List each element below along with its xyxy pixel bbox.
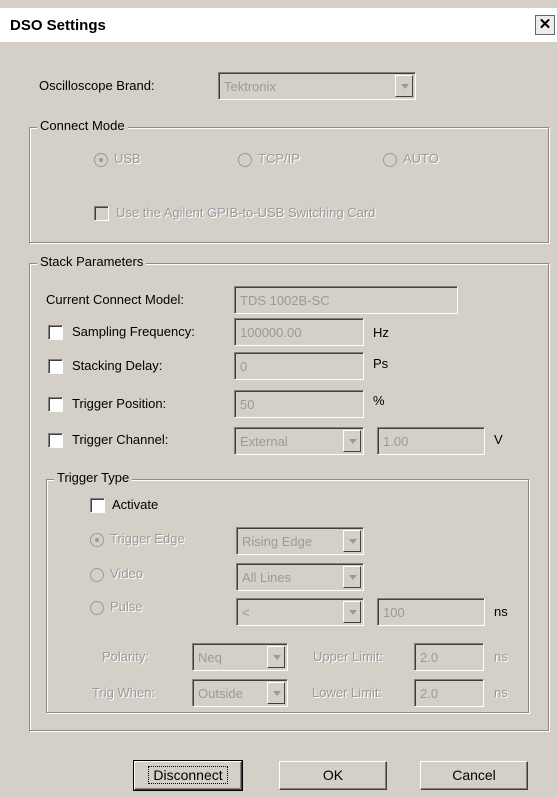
chevron-down-icon[interactable]	[395, 75, 413, 97]
pulse-value: <	[242, 605, 250, 620]
agilent-checkbox[interactable]	[94, 206, 109, 221]
trigger-type-legend: Trigger Type	[54, 470, 133, 485]
video-radio[interactable]	[90, 568, 104, 582]
trigger-edge-radio[interactable]	[90, 533, 104, 547]
chevron-down-icon[interactable]	[343, 566, 361, 588]
trigger-channel-value: External	[240, 434, 288, 449]
pulse-width-field[interactable]: 100	[377, 598, 485, 626]
current-model-label: Current Connect Model:	[46, 292, 185, 307]
connect-mode-legend: Connect Mode	[37, 118, 128, 133]
trigger-edge-label: Trigger Edge	[110, 531, 185, 546]
lower-limit-unit: ns	[494, 685, 508, 700]
disconnect-button-label: Disconnect	[148, 766, 228, 784]
trigger-position-unit: %	[373, 393, 385, 408]
trig-when-label: Trig When:	[92, 685, 156, 700]
video-label: Video	[110, 566, 144, 581]
brand-value: Tektronix	[224, 79, 277, 94]
sampling-checkbox[interactable]	[48, 325, 63, 340]
pulse-label: Pulse	[110, 599, 143, 614]
current-model-field[interactable]: TDS 1002B-SC	[234, 286, 458, 314]
sampling-unit: Hz	[373, 325, 389, 340]
pulse-radio[interactable]	[90, 601, 104, 615]
trigger-edge-select[interactable]: Rising Edge	[236, 527, 364, 555]
brand-label: Oscilloscope Brand:	[39, 78, 155, 93]
polarity-label: Polarity:	[102, 649, 149, 664]
video-value: All Lines	[242, 570, 292, 585]
activate-label: Activate	[112, 497, 159, 512]
polarity-value: Neq	[198, 650, 222, 665]
stack-parameters-legend: Stack Parameters	[37, 254, 147, 269]
tcpip-label: TCP/IP	[258, 151, 300, 166]
trigger-position-field[interactable]: 50	[234, 390, 364, 418]
video-select[interactable]: All Lines	[236, 563, 364, 591]
chevron-down-icon[interactable]	[267, 682, 285, 704]
auto-radio[interactable]	[383, 153, 397, 167]
usb-radio[interactable]	[94, 153, 108, 167]
trigger-edge-value: Rising Edge	[242, 534, 313, 549]
trigger-channel-select[interactable]: External	[234, 427, 364, 455]
trigger-level-field[interactable]: 1.00	[377, 427, 485, 455]
trigger-type-group	[46, 479, 529, 713]
trigger-channel-checkbox[interactable]	[48, 433, 63, 448]
lower-limit-label: Lower Limit:	[312, 685, 383, 700]
stacking-delay-unit: Ps	[373, 356, 389, 371]
usb-label: USB	[114, 151, 141, 166]
upper-limit-field[interactable]: 2.0	[414, 643, 484, 671]
polarity-select[interactable]: Neq	[192, 643, 288, 671]
upper-limit-label: Upper Limit:	[313, 649, 384, 664]
stacking-delay-checkbox[interactable]	[48, 359, 63, 374]
upper-limit-unit: ns	[494, 649, 508, 664]
trig-when-value: Outside	[198, 686, 243, 701]
lower-limit-field[interactable]: 2.0	[414, 679, 484, 707]
disconnect-button[interactable]: Disconnect	[133, 760, 243, 791]
tcpip-radio[interactable]	[238, 153, 252, 167]
chevron-down-icon[interactable]	[343, 601, 361, 623]
pulse-select[interactable]: <	[236, 598, 364, 626]
stacking-delay-label: Stacking Delay:	[72, 358, 163, 373]
pulse-width-unit: ns	[494, 604, 508, 619]
trigger-level-unit: V	[494, 432, 503, 447]
trigger-position-checkbox[interactable]	[48, 397, 63, 412]
trig-when-select[interactable]: Outside	[192, 679, 288, 707]
activate-checkbox[interactable]	[90, 498, 105, 513]
cancel-button[interactable]: Cancel	[420, 761, 528, 790]
trigger-position-label: Trigger Position:	[72, 396, 167, 411]
window-title: DSO Settings	[10, 17, 106, 34]
ok-button[interactable]: OK	[279, 761, 387, 790]
trigger-channel-label: Trigger Channel:	[72, 432, 169, 447]
auto-label: AUTO	[403, 151, 439, 166]
close-icon[interactable]: ✕	[535, 15, 555, 35]
stacking-delay-field[interactable]: 0	[234, 352, 364, 380]
title-bar: DSO Settings ✕	[0, 8, 557, 42]
connect-mode-group	[29, 127, 549, 243]
dso-settings-dialog: DSO Settings ✕ Oscilloscope Brand: Tektr…	[0, 0, 557, 797]
agilent-label: Use the Agilent GPIB-to-USB Switching Ca…	[116, 205, 376, 220]
sampling-label: Sampling Frequency:	[72, 324, 195, 339]
chevron-down-icon[interactable]	[343, 530, 361, 552]
chevron-down-icon[interactable]	[267, 646, 285, 668]
chevron-down-icon[interactable]	[343, 430, 361, 452]
sampling-field[interactable]: 100000.00	[234, 318, 364, 346]
brand-select[interactable]: Tektronix	[218, 72, 416, 100]
